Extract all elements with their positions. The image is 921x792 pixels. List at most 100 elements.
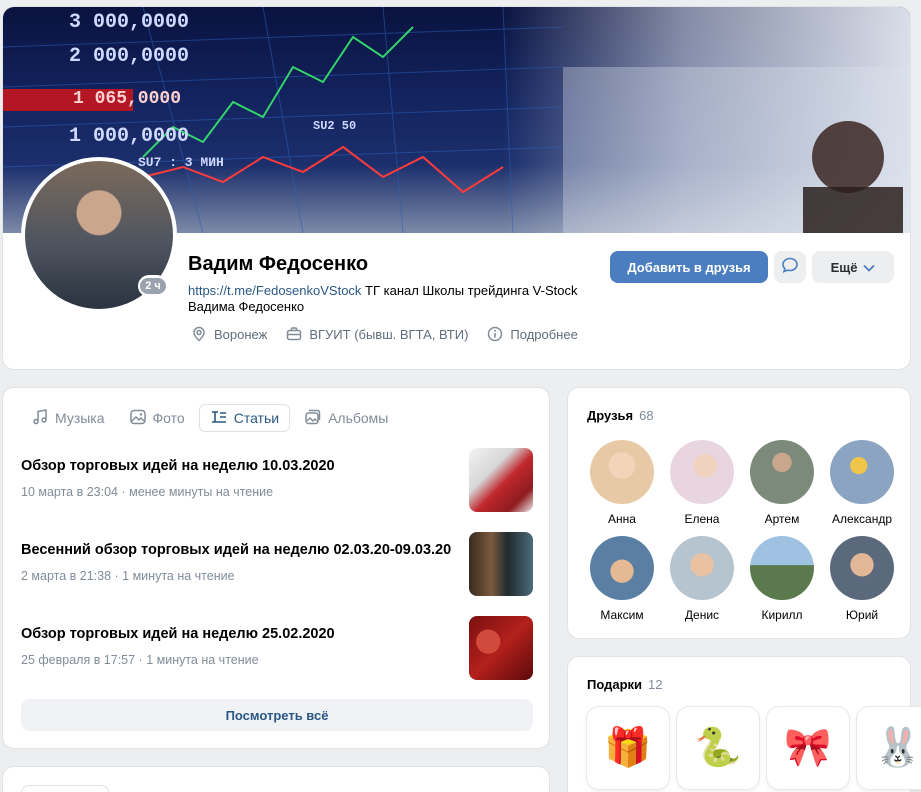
chevron-down-icon [863, 260, 876, 275]
gifts-row: 🎁 🐍 🎀 🐰 [587, 707, 921, 789]
friend-name: Денис [684, 608, 720, 622]
view-all-button[interactable]: Посмотреть всё [21, 699, 533, 731]
info-education[interactable]: ВГУИТ (бывш. ВГТА, ВТИ) [285, 325, 468, 343]
tab-articles[interactable]: Статьи [198, 404, 291, 432]
friends-heading[interactable]: Друзья 68 [587, 408, 654, 423]
gifts-count: 12 [648, 677, 663, 692]
more-dropdown-button[interactable]: Ещё [812, 251, 894, 283]
friends-title: Друзья [587, 408, 634, 423]
article-thumbnail[interactable] [469, 448, 533, 512]
next-section-card [2, 766, 550, 792]
info-city[interactable]: Воронеж [190, 325, 267, 343]
friend-item[interactable]: Артем [742, 440, 822, 526]
friend-item[interactable]: Максим [582, 536, 662, 622]
articles-list: Обзор торговых идей на неделю 10.03.2020… [21, 448, 533, 700]
profile-name: Вадим Федосенко [188, 253, 369, 275]
list-item[interactable]: Весенний обзор торговых идей на неделю 0… [21, 532, 533, 616]
info-more-details[interactable]: Подробнее [486, 325, 578, 343]
profile-header-card: 3 000,0000 2 000,0000 1 065,0000 1 000,0… [2, 6, 911, 370]
tab-music[interactable]: Музыка [21, 404, 115, 432]
article-thumbnail[interactable] [469, 532, 533, 596]
bunny-icon: 🐰 [874, 727, 921, 769]
cover-ticker: SU7 : 3 МИН [138, 155, 224, 170]
city-label: Воронеж [214, 326, 268, 342]
gift-item[interactable]: 🎁 [587, 707, 669, 789]
cover-ticker: 1 065,0000 [73, 89, 182, 109]
page: 3 000,0000 2 000,0000 1 065,0000 1 000,0… [0, 0, 921, 792]
gifts-card: Подарки 12 🎁 🐍 🎀 🐰 [567, 656, 921, 792]
list-item[interactable]: Обзор торговых идей на неделю 10.03.2020… [21, 448, 533, 532]
gift-box-icon: 🎁 [604, 727, 652, 769]
message-button[interactable] [774, 251, 806, 283]
avatar [750, 440, 814, 504]
music-icon [31, 408, 49, 429]
list-item[interactable]: Обзор торговых идей на неделю 25.02.2020… [21, 616, 533, 700]
avatar [830, 536, 894, 600]
albums-icon [304, 408, 322, 429]
tab-albums-label: Альбомы [328, 410, 389, 426]
avatar [590, 440, 654, 504]
friend-name: Артем [764, 512, 800, 526]
ribbon-icon: 🎀 [784, 727, 832, 769]
article-meta: 10 марта в 23:04 · менее минуты на чтени… [21, 485, 274, 499]
avatar [670, 536, 734, 600]
friend-item[interactable]: Денис [662, 536, 742, 622]
cover-ticker: SU2 50 [313, 119, 357, 133]
profile-status: https://t.me/FedosenkoVStock ТГ канал Шк… [188, 283, 608, 315]
friend-item[interactable]: Александр [822, 440, 902, 526]
avatar [670, 440, 734, 504]
gifts-heading[interactable]: Подарки 12 [587, 677, 663, 692]
friends-count: 68 [639, 408, 654, 423]
cover-ticker: 3 000,0000 [69, 11, 190, 34]
info-circle-icon [486, 325, 504, 343]
avatar-online-badge: 2 ч [138, 275, 168, 297]
last-seen-label: 2 ч [140, 278, 166, 294]
friend-name: Кирилл [761, 608, 803, 622]
friend-item[interactable]: Елена [662, 440, 742, 526]
briefcase-icon [285, 325, 303, 343]
avatar [830, 440, 894, 504]
gift-item[interactable]: 🎀 [767, 707, 849, 789]
article-icon [210, 408, 228, 429]
avatar [750, 536, 814, 600]
tab-articles-label: Статьи [233, 410, 280, 426]
friends-card: Друзья 68 Анна Елена Артем Александр Макс… [567, 387, 911, 639]
friend-item[interactable]: Кирилл [742, 536, 822, 622]
media-tabs: Музыка Фото Статьи Альбомы [21, 404, 398, 432]
tab-albums[interactable]: Альбомы [294, 404, 398, 432]
avatar [590, 536, 654, 600]
friend-name: Анна [608, 512, 636, 526]
tab-music-label: Музыка [55, 410, 105, 426]
gift-item[interactable]: 🐰 [857, 707, 921, 789]
add-friend-button[interactable]: Добавить в друзья [610, 251, 768, 283]
article-title[interactable]: Обзор торговых идей на неделю 10.03.2020 [21, 458, 335, 474]
message-bubble-icon [781, 256, 799, 279]
profile-info-row: Воронеж ВГУИТ (бывш. ВГТА, ВТИ) Подробне… [190, 325, 578, 343]
tab-photo-label: Фото [152, 410, 185, 426]
photo-icon [129, 408, 147, 429]
article-meta: 25 февраля в 17:57 · 1 минута на чтение [21, 653, 259, 667]
location-pin-icon [190, 325, 208, 343]
section-tab-placeholder[interactable] [21, 785, 109, 792]
friends-grid: Анна Елена Артем Александр Максим Денис … [582, 440, 902, 622]
cover-ticker: 2 000,0000 [69, 45, 190, 68]
friend-name: Юрий [845, 608, 879, 622]
article-meta: 2 марта в 21:38 · 1 минута на чтение [21, 569, 235, 583]
friend-item[interactable]: Анна [582, 440, 662, 526]
article-title[interactable]: Весенний обзор торговых идей на неделю 0… [21, 542, 451, 558]
friend-name: Елена [684, 512, 720, 526]
more-info-label: Подробнее [510, 326, 578, 342]
article-title[interactable]: Обзор торговых идей на неделю 25.02.2020 [21, 626, 335, 642]
cover-ticker: 1 000,0000 [69, 125, 190, 148]
more-label: Ещё [830, 259, 858, 275]
status-link[interactable]: https://t.me/FedosenkoVStock [188, 283, 361, 298]
friend-name: Максим [600, 608, 644, 622]
snake-icon: 🐍 [694, 727, 742, 769]
friend-item[interactable]: Юрий [822, 536, 902, 622]
tab-photo[interactable]: Фото [119, 404, 195, 432]
education-label: ВГУИТ (бывш. ВГТА, ВТИ) [309, 326, 469, 342]
friend-name: Александр [831, 512, 893, 526]
gifts-title: Подарки [587, 677, 643, 692]
gift-item[interactable]: 🐍 [677, 707, 759, 789]
article-thumbnail[interactable] [469, 616, 533, 680]
